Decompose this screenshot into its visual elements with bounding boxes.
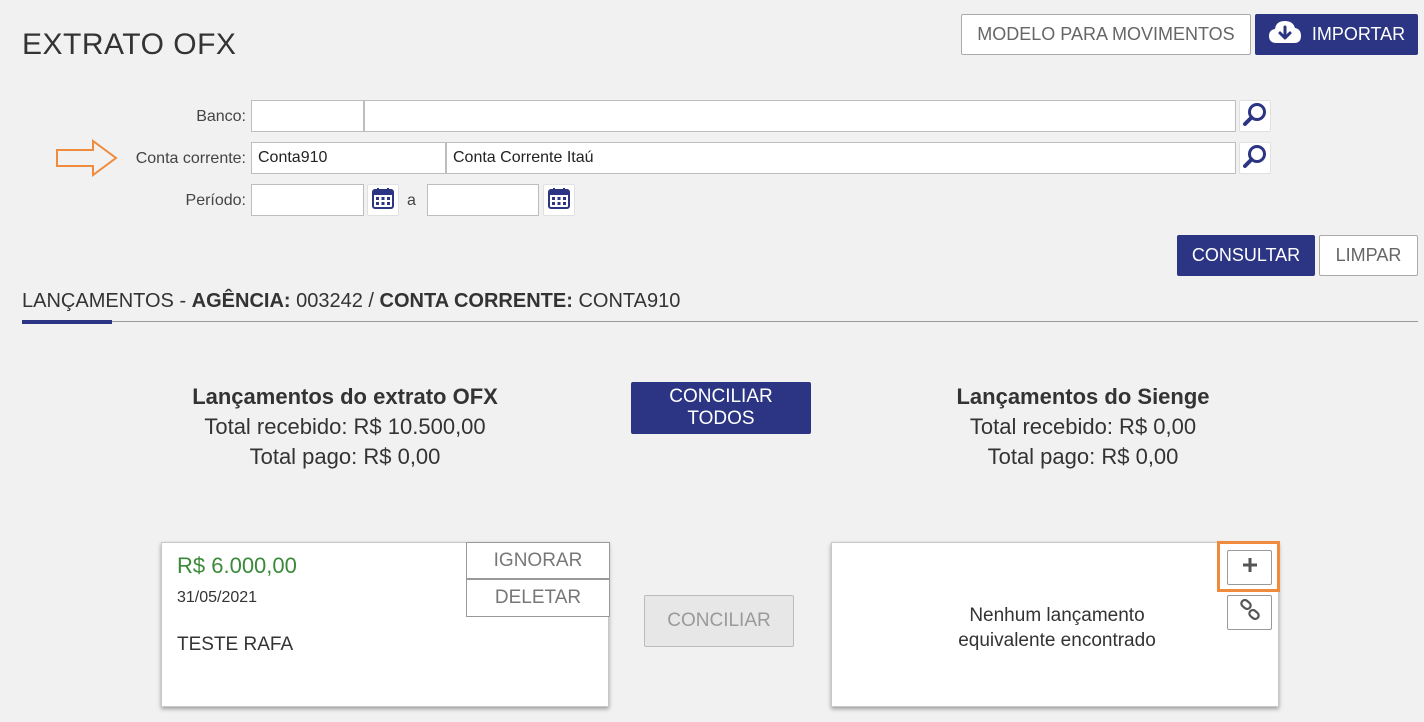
link-icon bbox=[1239, 598, 1261, 626]
deletar-label: DELETAR bbox=[494, 587, 582, 608]
periodo-from-calendar-button[interactable] bbox=[367, 184, 399, 216]
add-button-highlight bbox=[1217, 541, 1280, 592]
conta-code-input[interactable]: Conta910 bbox=[251, 142, 446, 174]
lancamentos-section-header: LANÇAMENTOS - AGÊNCIA: 003242 / CONTA CO… bbox=[22, 290, 680, 313]
agencia-value: 003242 / bbox=[296, 290, 374, 312]
calendar-icon bbox=[547, 186, 571, 215]
ofx-summary: Lançamentos do extrato OFX Total recebid… bbox=[130, 382, 560, 472]
limpar-button[interactable]: LIMPAR bbox=[1319, 235, 1418, 276]
conciliar-label: CONCILIAR bbox=[667, 610, 771, 631]
arrow-right-icon bbox=[55, 139, 119, 182]
page-title: EXTRATO OFX bbox=[22, 28, 237, 61]
banco-name-input[interactable] bbox=[364, 100, 1236, 132]
agencia-label: AGÊNCIA: bbox=[191, 290, 291, 312]
entry-date: 31/05/2021 bbox=[177, 589, 258, 606]
sienge-total-recebido: Total recebido: R$ 0,00 bbox=[969, 414, 1197, 439]
conciliar-todos-line1: CONCILIAR bbox=[669, 386, 773, 407]
limpar-label: LIMPAR bbox=[1335, 245, 1402, 265]
conta-corrente-label: Conta corrente: bbox=[135, 150, 246, 167]
section-divider bbox=[22, 321, 1418, 322]
conta-name-input[interactable]: Conta Corrente Itaú bbox=[446, 142, 1236, 174]
entry-description: TESTE RAFA bbox=[177, 634, 294, 655]
conta-corrente-section-label: CONTA CORRENTE: bbox=[379, 290, 573, 312]
consultar-label: CONSULTAR bbox=[1191, 245, 1301, 265]
periodo-from-input[interactable] bbox=[251, 184, 364, 216]
ofx-summary-heading: Lançamentos do extrato OFX bbox=[192, 384, 498, 409]
search-icon bbox=[1242, 101, 1268, 132]
periodo-separator: a bbox=[407, 192, 416, 209]
sienge-total-pago: Total pago: R$ 0,00 bbox=[987, 444, 1179, 469]
ignorar-label: IGNORAR bbox=[493, 549, 583, 571]
search-icon bbox=[1242, 143, 1268, 174]
conciliar-todos-button[interactable]: CONCILIAR TODOS bbox=[631, 382, 811, 434]
no-match-message: Nenhum lançamento equivalente encontrado bbox=[912, 603, 1202, 653]
importar-label: IMPORTAR bbox=[1311, 24, 1406, 44]
sienge-entry-card: Nenhum lançamento equivalente encontrado bbox=[831, 542, 1279, 707]
modelo-movimentos-button[interactable]: MODELO PARA MOVIMENTOS bbox=[961, 14, 1251, 55]
periodo-to-input[interactable] bbox=[427, 184, 539, 216]
no-match-line2: equivalente encontrado bbox=[958, 630, 1156, 651]
banco-search-button[interactable] bbox=[1239, 100, 1271, 132]
periodo-label: Período: bbox=[185, 192, 246, 209]
periodo-to-calendar-button[interactable] bbox=[543, 184, 575, 216]
cloud-upload-icon bbox=[1268, 19, 1302, 50]
ofx-total-pago: Total pago: R$ 0,00 bbox=[249, 444, 441, 469]
ofx-entry-card: R$ 6.000,00 31/05/2021 TESTE RAFA IGNORA… bbox=[161, 542, 610, 707]
conciliar-todos-line2: TODOS bbox=[687, 408, 755, 429]
sienge-summary-heading: Lançamentos do Sienge bbox=[956, 384, 1210, 409]
conta-search-button[interactable] bbox=[1239, 142, 1271, 174]
no-match-line1: Nenhum lançamento bbox=[969, 605, 1145, 626]
banco-code-input[interactable] bbox=[251, 100, 364, 132]
deletar-button[interactable]: DELETAR bbox=[466, 579, 610, 617]
section-title: LANÇAMENTOS - bbox=[22, 290, 187, 312]
sienge-summary: Lançamentos do Sienge Total recebido: R$… bbox=[868, 382, 1298, 472]
conta-corrente-section-value: CONTA910 bbox=[578, 290, 681, 312]
calendar-icon bbox=[371, 186, 395, 215]
banco-label: Banco: bbox=[196, 108, 246, 125]
conciliar-button[interactable]: CONCILIAR bbox=[644, 595, 794, 647]
consultar-button[interactable]: CONSULTAR bbox=[1177, 235, 1315, 276]
ignorar-button[interactable]: IGNORAR bbox=[466, 542, 610, 579]
entry-amount: R$ 6.000,00 bbox=[177, 553, 297, 578]
section-tab-indicator bbox=[22, 320, 112, 324]
ofx-total-recebido: Total recebido: R$ 10.500,00 bbox=[204, 414, 486, 439]
link-entry-button[interactable] bbox=[1227, 595, 1272, 630]
importar-button[interactable]: IMPORTAR bbox=[1255, 14, 1418, 55]
modelo-movimentos-label: MODELO PARA MOVIMENTOS bbox=[977, 24, 1235, 44]
